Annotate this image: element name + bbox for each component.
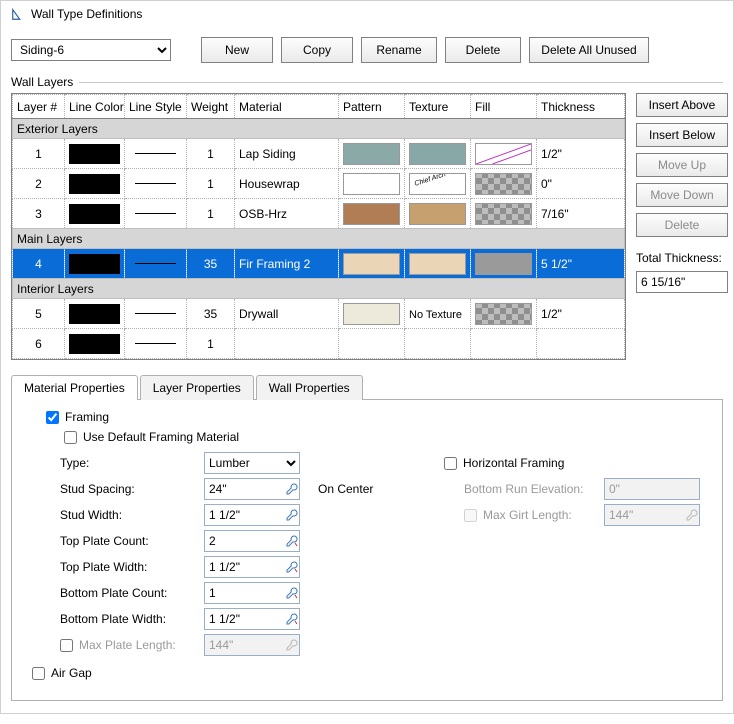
wrench-icon[interactable] (285, 534, 299, 548)
max-plate-checkbox[interactable] (60, 639, 73, 652)
top-plate-width-input[interactable] (204, 556, 300, 578)
insert-above-button[interactable]: Insert Above (636, 93, 728, 117)
total-thickness-input[interactable] (636, 271, 728, 293)
group-exterior: Exterior Layers (13, 119, 625, 139)
titlebar: Wall Type Definitions (1, 1, 733, 27)
max-girt-checkbox (464, 509, 477, 522)
delete-button[interactable]: Delete (445, 37, 521, 63)
bottom-plate-width-input[interactable] (204, 608, 300, 630)
wall-layers-label: Wall Layers (11, 75, 73, 89)
group-main: Main Layers (13, 229, 625, 249)
bottom-run-input (604, 478, 700, 500)
use-default-framing-checkbox[interactable] (64, 431, 77, 444)
wrench-icon (285, 638, 299, 652)
tab-wall-properties[interactable]: Wall Properties (256, 375, 363, 400)
layers-table: Layer # Line Color Line Style Weight Mat… (11, 93, 626, 360)
delete-unused-button[interactable]: Delete All Unused (529, 37, 649, 63)
tab-body: Framing Use Default Framing Material Typ… (11, 399, 723, 701)
stud-width-input[interactable] (204, 504, 300, 526)
table-row[interactable]: 2 1 Housewrap Chief Arch 0" (13, 169, 625, 199)
top-plate-count-input[interactable] (204, 530, 300, 552)
window-title: Wall Type Definitions (31, 7, 142, 21)
air-gap-checkbox[interactable] (32, 667, 45, 680)
tab-material-properties[interactable]: Material Properties (11, 375, 138, 400)
table-row[interactable]: 5 35 Drywall No Texture 1/2" (13, 299, 625, 329)
horizontal-framing-checkbox[interactable] (444, 457, 457, 470)
max-plate-input (204, 634, 300, 656)
group-interior: Interior Layers (13, 279, 625, 299)
tab-layer-properties[interactable]: Layer Properties (140, 375, 254, 400)
table-row[interactable]: 3 1 OSB-Hrz 7/16" (13, 199, 625, 229)
type-select[interactable]: Lumber (204, 452, 300, 474)
table-header: Layer # Line Color Line Style Weight Mat… (13, 95, 625, 119)
rename-button[interactable]: Rename (361, 37, 437, 63)
tabs: Material Properties Layer Properties Wal… (11, 374, 723, 399)
move-up-button[interactable]: Move Up (636, 153, 728, 177)
wrench-icon[interactable] (285, 508, 299, 522)
wrench-icon[interactable] (285, 586, 299, 600)
framing-checkbox[interactable] (46, 411, 59, 424)
move-down-button[interactable]: Move Down (636, 183, 728, 207)
copy-button[interactable]: Copy (281, 37, 353, 63)
new-button[interactable]: New (201, 37, 273, 63)
table-row[interactable]: 4 35 Fir Framing 2 5 1/2" (13, 249, 625, 279)
dialog-wall-type-definitions: Wall Type Definitions Siding-6 New Copy … (0, 0, 734, 714)
max-girt-input (604, 504, 700, 526)
air-gap-row: Air Gap (24, 666, 710, 680)
delete-layer-button[interactable]: Delete (636, 213, 728, 237)
wrench-icon[interactable] (285, 482, 299, 496)
wall-layers-group: Wall Layers (11, 75, 723, 89)
framing-checkbox-row: Framing (24, 410, 710, 424)
use-default-row: Use Default Framing Material (24, 430, 710, 444)
table-row[interactable]: 1 1 Lap Siding 1/2" (13, 139, 625, 169)
app-icon (11, 7, 25, 21)
wrench-icon[interactable] (285, 560, 299, 574)
insert-below-button[interactable]: Insert Below (636, 123, 728, 147)
wall-type-select[interactable]: Siding-6 (11, 39, 171, 61)
stud-spacing-input[interactable] (204, 478, 300, 500)
wrench-icon[interactable] (285, 612, 299, 626)
total-thickness-label: Total Thickness: (636, 251, 728, 265)
wrench-icon (685, 508, 699, 522)
table-row[interactable]: 6 1 (13, 329, 625, 359)
bottom-plate-count-input[interactable] (204, 582, 300, 604)
layers-side-panel: Insert Above Insert Below Move Up Move D… (636, 93, 728, 360)
